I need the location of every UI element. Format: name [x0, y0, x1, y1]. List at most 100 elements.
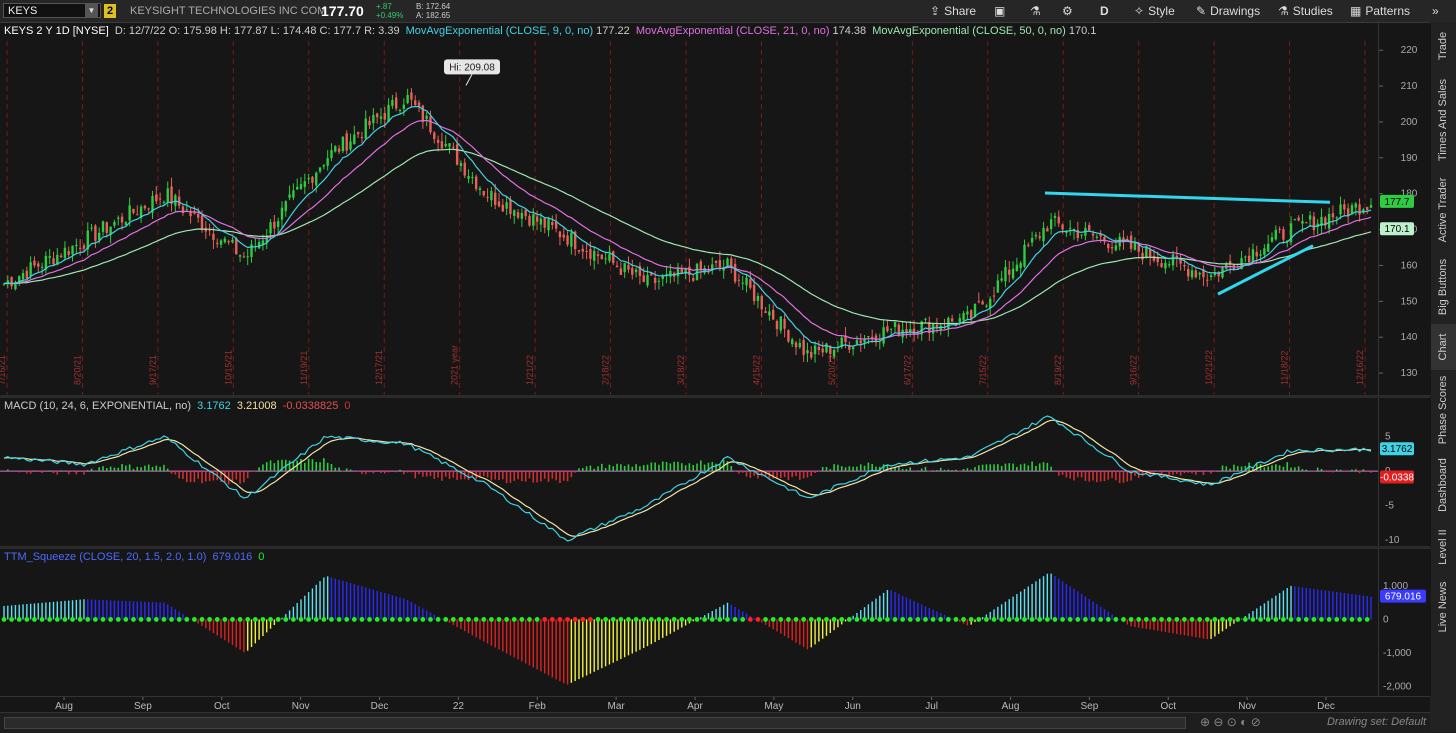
macd-diff-bar: [37, 471, 39, 472]
candle: [1111, 247, 1113, 248]
drawings-button[interactable]: ✎Drawings: [1196, 4, 1260, 18]
ema21-legend[interactable]: MovAvgExponential (CLOSE, 21, 0, no): [636, 25, 830, 37]
squeeze-histogram-bar: [536, 619, 537, 669]
macd-diff-bar: [1264, 467, 1266, 471]
squeeze-dot: [466, 617, 471, 622]
snapshot-icon[interactable]: ▣: [994, 4, 1005, 18]
macd-diff-bar: [1104, 471, 1106, 481]
squeeze-histogram-bar: [316, 585, 317, 620]
macd-diff-bar: [384, 471, 386, 473]
squeeze-chart[interactable]: [0, 549, 1378, 696]
macd-chart[interactable]: [0, 398, 1378, 546]
macd-diff-bar: [312, 459, 314, 471]
tab-trade[interactable]: Trade: [1430, 22, 1456, 70]
date-marker-label: 11/19/21: [299, 351, 309, 385]
link-group-badge[interactable]: 2: [104, 4, 116, 18]
candle: [1343, 204, 1345, 209]
squeeze-axis[interactable]: 1,0000-1,000-2,000679.016: [1378, 549, 1431, 696]
squeeze-dot: [268, 617, 273, 622]
macd-diff-bar: [1168, 471, 1170, 475]
tab-chart[interactable]: Chart: [1430, 324, 1456, 370]
macd-diff-bar: [1344, 471, 1346, 472]
macd-diff-bar: [856, 467, 858, 472]
tab-active-trader[interactable]: Active Trader: [1430, 170, 1456, 250]
tab-times-and-sales[interactable]: Times And Sales: [1430, 72, 1456, 168]
candle: [121, 217, 123, 223]
time-tick-label: Nov: [1238, 701, 1256, 712]
share-button[interactable]: ⇪Share: [930, 4, 976, 18]
squeeze-histogram-bar: [1062, 581, 1063, 619]
squeeze-histogram-bar: [228, 619, 229, 642]
candle: [349, 141, 351, 149]
tab-live-news[interactable]: Live News: [1430, 574, 1456, 640]
tab-big-buttons[interactable]: Big Buttons: [1430, 252, 1456, 322]
squeeze-dot: [672, 617, 677, 622]
price-axis[interactable]: 220210200190180170160150140130177.7170.1: [1378, 23, 1431, 395]
macd-diff-bar: [780, 471, 782, 478]
candle: [163, 202, 165, 203]
squeeze-histogram-bar: [1031, 584, 1032, 620]
candle: [208, 230, 210, 231]
macd-diff-bar: [1325, 471, 1327, 472]
period-button[interactable]: D: [1100, 4, 1109, 18]
macd-diff-bar: [338, 467, 340, 471]
squeeze-histogram-bar: [1191, 619, 1192, 636]
price-chart[interactable]: 7/16/218/20/219/17/2110/15/2111/19/2112/…: [0, 23, 1378, 395]
squeeze-histogram-bar: [917, 603, 918, 620]
price-chart-panel[interactable]: 7/16/218/20/219/17/2110/15/2111/19/2112/…: [0, 23, 1378, 395]
time-tick-label: Aug: [55, 701, 73, 712]
candle: [1008, 270, 1010, 275]
squeeze-dot: [1327, 617, 1332, 622]
time-axis[interactable]: AugSepOctNovDec22FebMarAprMayJunJulAugSe…: [0, 696, 1430, 713]
macd-diff-bar: [993, 464, 995, 471]
macd-diff-bar: [807, 471, 809, 477]
macd-diff-bar: [1184, 471, 1186, 473]
macd-diff-bar: [1359, 471, 1361, 473]
squeeze-dot: [162, 617, 167, 622]
time-scrollbar[interactable]: [4, 717, 1186, 729]
tab-phase-scores[interactable]: Phase Scores: [1430, 372, 1456, 448]
squeeze-histogram-bar: [826, 619, 827, 635]
ema9-legend[interactable]: MovAvgExponential (CLOSE, 9, 0, no): [406, 25, 594, 37]
chevron-down-icon[interactable]: ▼: [85, 4, 98, 17]
squeeze-histogram-bar: [818, 619, 819, 641]
squeeze-histogram-bar: [502, 619, 503, 651]
candle: [555, 222, 557, 229]
candle: [597, 254, 599, 256]
macd-diff-bar: [361, 471, 363, 474]
candle: [498, 201, 500, 206]
squeeze-dot: [1311, 617, 1316, 622]
drawing-set-label[interactable]: Drawing set: Default: [1327, 716, 1426, 728]
macd-diff-bar: [818, 471, 820, 472]
candle: [997, 280, 999, 292]
squeeze-dot: [664, 617, 669, 622]
squeeze-dot: [1121, 617, 1126, 622]
squeeze-panel[interactable]: TTM_Squeeze (CLOSE, 20, 1.5, 2.0, 1.0) 6…: [0, 549, 1378, 696]
squeeze-histogram-bar: [30, 604, 31, 620]
squeeze-histogram-bar: [213, 619, 214, 633]
macd-diff-bar: [468, 471, 470, 480]
tab-dashboard[interactable]: Dashboard: [1430, 450, 1456, 520]
macd-diff-bar: [136, 467, 138, 471]
macd-diff-bar: [510, 471, 512, 483]
squeeze-histogram-bar: [822, 619, 823, 638]
squeeze-histogram-bar: [715, 609, 716, 619]
macd-diff-bar: [590, 466, 592, 472]
flask-icon[interactable]: ⚗: [1030, 4, 1041, 18]
tab-level-ii[interactable]: Level II: [1430, 522, 1456, 572]
squeeze-dot: [885, 617, 890, 622]
studies-button[interactable]: ⚗Studies: [1278, 4, 1333, 18]
gear-icon[interactable]: ⚙: [1062, 4, 1073, 18]
style-button[interactable]: ✧Style: [1134, 4, 1175, 18]
squeeze-histogram-bar: [811, 619, 812, 647]
macd-axis[interactable]: 50-5-103.1762-0.0338: [1378, 398, 1431, 546]
ema50-legend[interactable]: MovAvgExponential (CLOSE, 50, 0, no): [872, 25, 1066, 37]
squeeze-histogram-bar: [148, 602, 149, 619]
zoom-controls[interactable]: ⊕ ⊖ ⊙ ◐ ⊘: [1200, 715, 1261, 729]
candle: [395, 97, 397, 108]
patterns-button[interactable]: ▦Patterns: [1350, 4, 1410, 18]
macd-panel[interactable]: MACD (10, 24, 6, EXPONENTIAL, no) 3.1762…: [0, 398, 1378, 546]
squeeze-dot: [1091, 617, 1096, 622]
squeeze-histogram-bar: [795, 619, 796, 642]
collapse-icon[interactable]: »: [1432, 4, 1439, 18]
